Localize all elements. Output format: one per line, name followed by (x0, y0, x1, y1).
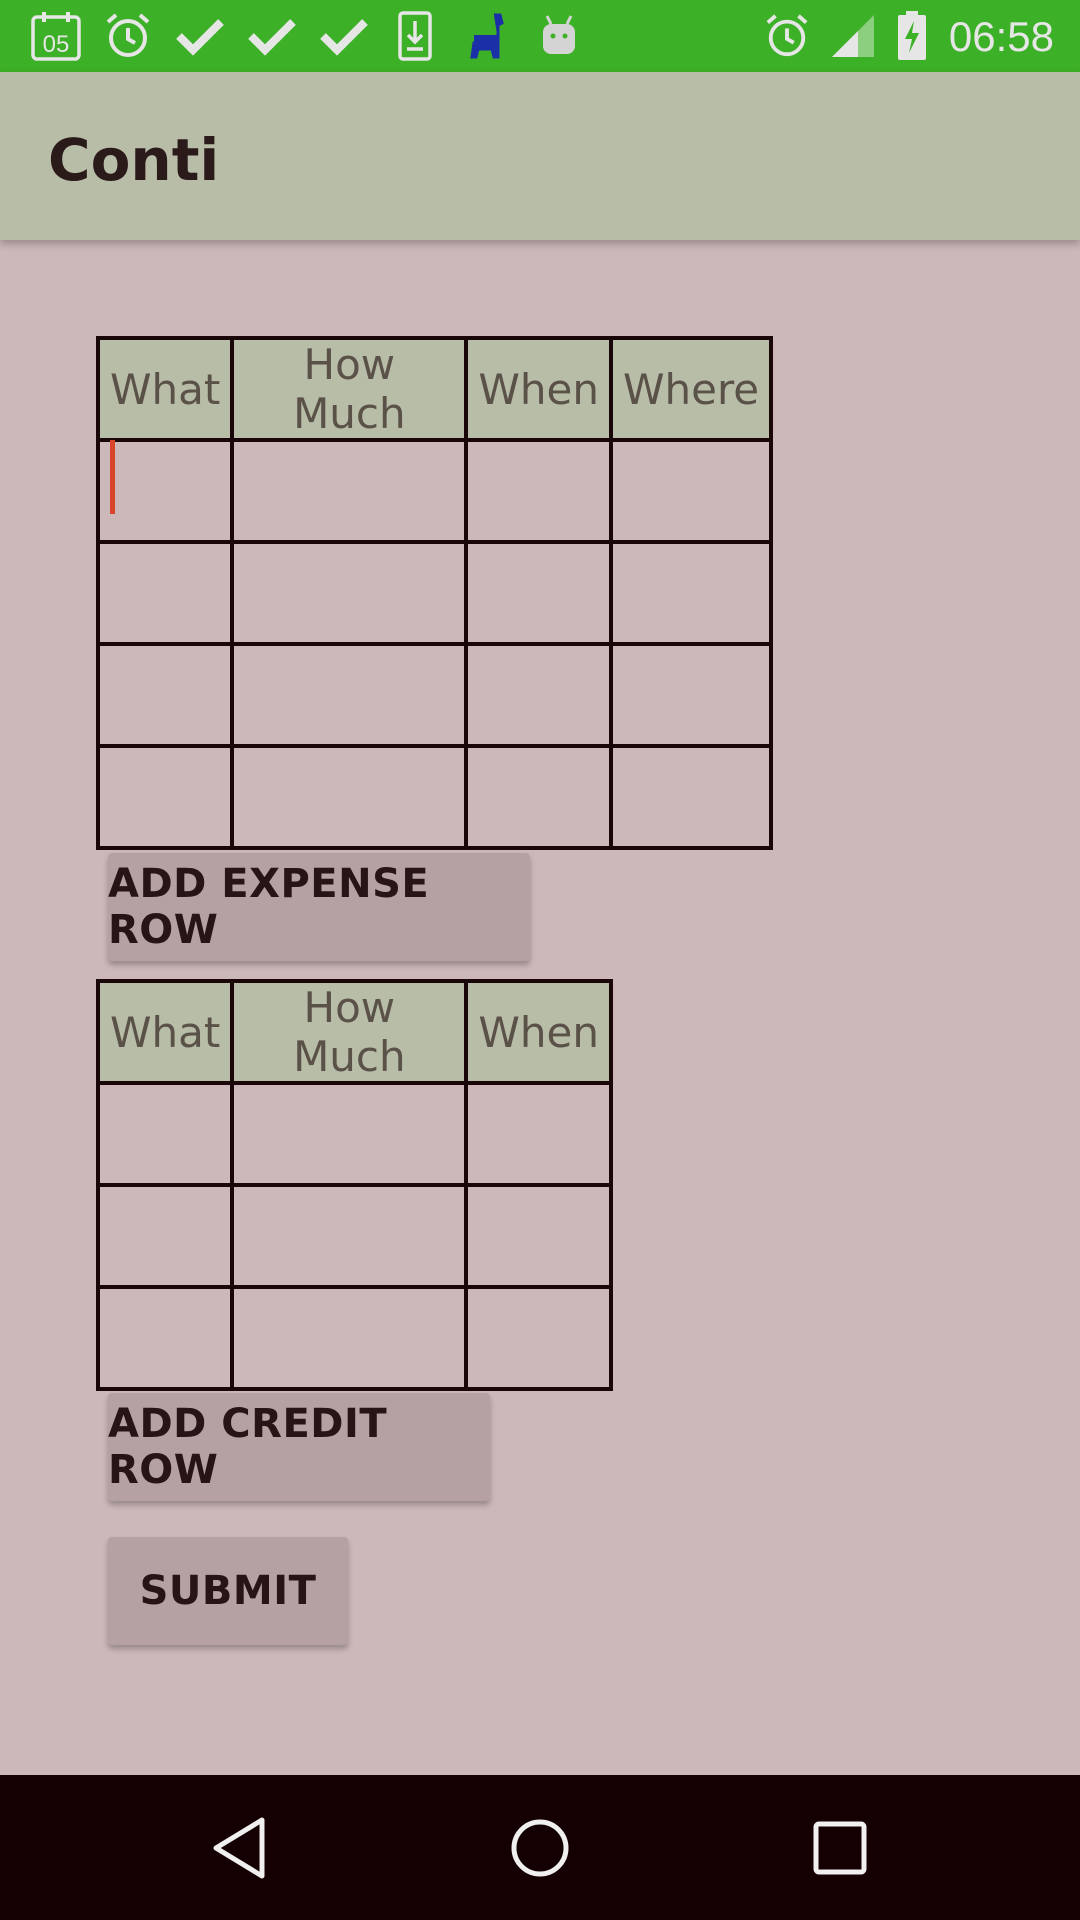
expense-cell-what[interactable] (95, 744, 235, 850)
expense-cell-when[interactable] (464, 540, 613, 646)
submit-button[interactable]: SUBMIT (108, 1537, 348, 1645)
expense-cell-where[interactable] (608, 438, 774, 544)
credit-header-when: When (464, 979, 613, 1085)
credit-cell-what[interactable] (95, 1081, 235, 1187)
navigation-bar (0, 1775, 1080, 1920)
signal-icon (828, 0, 878, 72)
credit-cell-how-much[interactable] (230, 1081, 469, 1187)
table-row (95, 540, 774, 646)
expense-cell-where[interactable] (608, 744, 774, 850)
expense-table: What How Much When Where (95, 336, 774, 850)
alarm-icon (762, 0, 812, 72)
expense-cell-what[interactable] (95, 540, 235, 646)
credit-header-what: What (95, 979, 235, 1085)
recents-icon[interactable] (770, 1775, 910, 1920)
llama-icon (462, 0, 512, 72)
expense-cell-where[interactable] (608, 540, 774, 646)
add-credit-row-button[interactable]: ADD CREDIT ROW (108, 1393, 490, 1501)
check-icon (172, 0, 228, 72)
table-row (95, 1081, 613, 1187)
credit-header-row: What How Much When (95, 979, 613, 1085)
table-row (95, 744, 774, 850)
expense-cell-how-much[interactable] (230, 642, 469, 748)
table-row (95, 1285, 613, 1391)
expense-cell-how-much[interactable] (230, 744, 469, 850)
text-cursor (110, 440, 115, 514)
expense-cell-how-much[interactable] (230, 540, 469, 646)
home-icon[interactable] (470, 1775, 610, 1920)
table-row (95, 438, 774, 544)
credit-cell-what[interactable] (95, 1285, 235, 1391)
status-time: 06:58 (948, 13, 1054, 60)
expense-cell-when[interactable] (464, 744, 613, 850)
credit-cell-when[interactable] (464, 1183, 613, 1289)
check-icon (316, 0, 372, 72)
alarm-icon (100, 0, 156, 72)
credit-cell-when[interactable] (464, 1285, 613, 1391)
expense-header-how-much: How Much (230, 336, 469, 442)
expense-header-where: Where (608, 336, 774, 442)
app-bar: Conti (0, 72, 1080, 240)
credit-cell-how-much[interactable] (230, 1183, 469, 1289)
expense-header-what: What (95, 336, 235, 442)
add-expense-row-button[interactable]: ADD EXPENSE ROW (108, 853, 530, 961)
status-bar: 05 06:58 (0, 0, 1080, 72)
calendar-icon: 05 (28, 0, 84, 72)
check-icon (244, 0, 300, 72)
table-row (95, 1183, 613, 1289)
battery-charging-icon (892, 0, 932, 72)
expense-cell-where[interactable] (608, 642, 774, 748)
expense-header-row: What How Much When Where (95, 336, 774, 442)
android-icon (534, 0, 584, 72)
expense-header-when: When (464, 336, 613, 442)
expense-cell-when[interactable] (464, 642, 613, 748)
credit-cell-how-much[interactable] (230, 1285, 469, 1391)
expense-cell-what[interactable] (95, 438, 235, 544)
credit-header-how-much: How Much (230, 979, 469, 1085)
calendar-day-text: 05 (43, 31, 70, 58)
back-icon[interactable] (170, 1775, 310, 1920)
expense-cell-what[interactable] (95, 642, 235, 748)
table-row (95, 642, 774, 748)
app-title: Conti (48, 126, 220, 194)
expense-cell-when[interactable] (464, 438, 613, 544)
expense-cell-how-much[interactable] (230, 438, 469, 544)
credit-cell-when[interactable] (464, 1081, 613, 1187)
download-icon (390, 0, 440, 72)
credit-cell-what[interactable] (95, 1183, 235, 1289)
credit-table: What How Much When (95, 979, 613, 1391)
